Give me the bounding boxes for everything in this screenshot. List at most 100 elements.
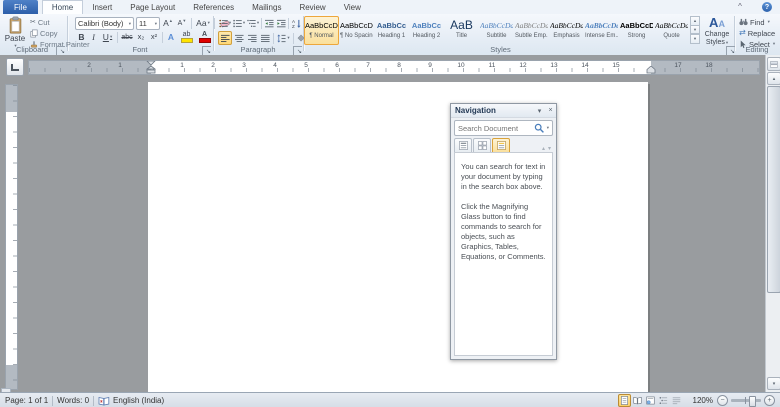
font-dialog-launcher-icon[interactable]: ↘ <box>202 46 211 55</box>
zoom-slider[interactable] <box>731 396 761 407</box>
browse-headings-tab[interactable] <box>454 138 472 152</box>
style-intense-emphasis[interactable]: AaBbCcDd Intense Em... <box>584 16 619 45</box>
style-normal[interactable]: AaBbCcDd ¶ Normal <box>304 16 339 45</box>
vertical-scrollbar[interactable]: ▴ ▾ <box>765 55 780 392</box>
zoom-out-button[interactable]: − <box>717 395 728 406</box>
bold-button[interactable]: B <box>76 31 87 43</box>
styles-more-icon[interactable]: ▾ <box>690 33 700 45</box>
cut-button[interactable]: ✂ Cut <box>30 17 50 27</box>
page-count-status[interactable]: Page: 1 of 1 <box>5 396 48 405</box>
change-styles-button[interactable]: AA Change Styles▾ <box>702 16 732 47</box>
change-case-button[interactable]: Aa ▾ <box>195 18 211 30</box>
minimize-ribbon-icon[interactable]: ^ <box>734 2 746 11</box>
print-layout-view-button[interactable] <box>617 394 631 407</box>
multilevel-list-button[interactable]: ▾ <box>246 17 260 29</box>
tab-mailings[interactable]: Mailings <box>243 0 290 14</box>
sort-button[interactable]: A Z <box>290 17 303 29</box>
font-color-button[interactable]: A <box>196 31 213 43</box>
language-status[interactable]: English (India) <box>113 396 164 405</box>
style-heading-1[interactable]: AaBbCc Heading 1 <box>374 16 409 45</box>
numbering-button[interactable]: ▾ <box>232 17 246 29</box>
shrink-font-button[interactable]: A ▼ <box>176 18 188 30</box>
font-size-select[interactable]: 11 ▾ <box>136 17 160 30</box>
vertical-ruler[interactable] <box>5 84 18 390</box>
strikethrough-button[interactable]: abc <box>120 31 134 43</box>
style-title[interactable]: AaB Title <box>444 16 479 45</box>
style-preview: AaB <box>450 18 473 32</box>
full-screen-reading-view-button[interactable] <box>631 394 644 407</box>
proofing-book-icon[interactable] <box>98 396 110 406</box>
zoom-in-button[interactable]: + <box>764 395 775 406</box>
document-page[interactable] <box>148 82 648 392</box>
style-subtle-emphasis[interactable]: AaBbCcDd Subtle Emp... <box>514 16 549 45</box>
view-ruler-button[interactable] <box>767 57 780 71</box>
bullets-button[interactable]: ▾ <box>218 17 232 29</box>
decrease-indent-button[interactable] <box>263 17 275 29</box>
tab-insert[interactable]: Insert <box>83 0 121 14</box>
tab-file[interactable]: File <box>3 0 38 14</box>
subscript-button[interactable]: x₂ <box>135 31 147 43</box>
search-options-icon[interactable]: ▾ <box>547 125 549 131</box>
multilevel-list-icon <box>247 19 256 27</box>
style-heading-2[interactable]: AaBbCc Heading 2 <box>409 16 444 45</box>
previous-result-icon[interactable]: ▴ <box>542 145 545 152</box>
center-button[interactable] <box>233 32 245 44</box>
zoom-level[interactable]: 120% <box>693 396 713 405</box>
browse-results-tab[interactable] <box>492 138 510 152</box>
align-right-button[interactable] <box>246 32 258 44</box>
line-spacing-button[interactable]: ▾ <box>276 32 291 44</box>
draft-view-button[interactable] <box>670 394 683 407</box>
navigation-pane-header[interactable]: Navigation ▾ × <box>451 104 556 118</box>
scroll-down-icon[interactable]: ▾ <box>767 377 780 390</box>
magnifier-icon[interactable] <box>534 123 545 134</box>
style-strong[interactable]: AaBbCcDc Strong <box>619 16 654 45</box>
highlight-button[interactable]: ab <box>178 31 195 43</box>
ruler-number: 17 <box>674 62 682 69</box>
left-indent-marker[interactable] <box>146 61 156 74</box>
superscript-button[interactable]: x² <box>148 31 160 43</box>
underline-button[interactable]: U ▾ <box>100 31 115 43</box>
tab-references[interactable]: References <box>184 0 243 14</box>
align-left-button[interactable] <box>218 31 232 45</box>
navigation-pane: Navigation ▾ × ▾ <box>450 103 557 360</box>
horizontal-ruler[interactable]: 2 1 1 2 3 4 5 6 7 8 9 10 11 12 13 14 15 … <box>28 60 760 75</box>
outline-view-button[interactable] <box>657 394 670 407</box>
style-emphasis[interactable]: AaBbCcDd Emphasis <box>549 16 584 45</box>
scroll-up-icon[interactable]: ▴ <box>767 72 780 85</box>
browse-pages-tab[interactable] <box>473 138 491 152</box>
paragraph-dialog-launcher-icon[interactable]: ↘ <box>293 46 302 55</box>
tab-page-layout[interactable]: Page Layout <box>121 0 184 14</box>
font-name-select[interactable]: Calibri (Body) ▾ <box>75 17 134 30</box>
scrollbar-thumb[interactable] <box>767 86 780 293</box>
style-quote[interactable]: AaBbCcDd Quote <box>654 16 689 45</box>
word-count-status[interactable]: Words: 0 <box>57 396 89 405</box>
replace-button[interactable]: ⇄ Replace <box>739 28 775 38</box>
copy-button[interactable]: Copy <box>30 28 58 38</box>
increase-indent-button[interactable] <box>275 17 287 29</box>
style-subtitle[interactable]: AaBbCcDd Subtitle <box>479 16 514 45</box>
justify-button[interactable] <box>259 32 271 44</box>
justify-icon <box>260 34 270 42</box>
pane-options-icon[interactable]: ▾ <box>534 107 545 115</box>
help-icon[interactable]: ? <box>762 2 772 12</box>
web-layout-view-button[interactable] <box>644 394 657 407</box>
grow-font-button[interactable]: A ▲ <box>162 18 174 30</box>
style-preview: AaBbCc <box>411 21 442 30</box>
right-indent-marker[interactable] <box>646 66 656 74</box>
zoom-slider-thumb[interactable] <box>749 396 756 407</box>
italic-button[interactable]: I <box>88 31 99 43</box>
text-effects-button[interactable]: A <box>165 31 177 43</box>
search-input[interactable] <box>455 123 534 133</box>
style-preview: AaBbCcDd <box>585 21 618 30</box>
clipboard-dialog-launcher-icon[interactable]: ↘ <box>56 46 65 55</box>
increase-indent-icon <box>276 19 286 27</box>
next-result-icon[interactable]: ▾ <box>548 145 551 152</box>
ruler-number: 12 <box>519 62 527 69</box>
close-icon[interactable]: × <box>545 107 556 114</box>
style-no-spacing[interactable]: AaBbCcDd ¶ No Spacing <box>339 16 374 45</box>
tab-review[interactable]: Review <box>290 0 334 14</box>
tab-view[interactable]: View <box>335 0 370 14</box>
tab-home[interactable]: Home <box>41 0 84 14</box>
tab-stop-selector[interactable] <box>6 58 24 76</box>
find-button[interactable]: Find ▾ <box>739 17 770 27</box>
